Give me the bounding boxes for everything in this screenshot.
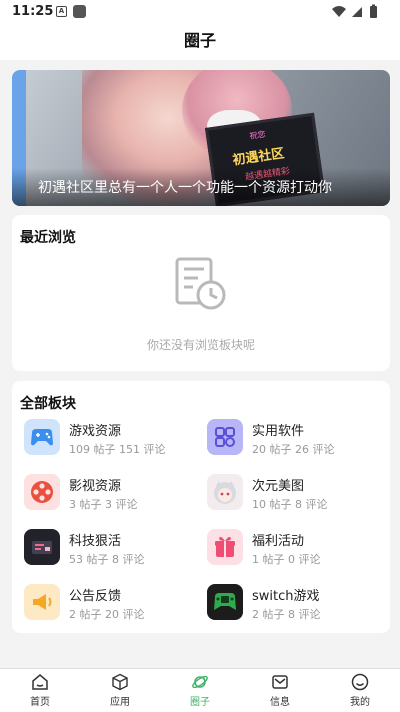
board-item-useful-software[interactable]: 实用软件 20 帖子 26 评论 [207,417,387,459]
planet-icon [192,675,208,689]
board-stats: 1 帖子 0 评论 [252,553,321,566]
page-title: 圈子 [183,31,216,50]
empty-history-text: 你还没有浏览板块呢 [146,338,255,352]
wifi-icon [332,6,346,17]
cube-icon [112,673,128,691]
recent-browse-card: 最近浏览 你还没有浏览板块呢 [12,215,390,371]
app-grid-icon [207,419,243,455]
board-item-game-resources[interactable]: 游戏资源 109 帖子 151 评论 [24,417,204,459]
smile-icon [351,673,369,691]
tab-label: 应用 [110,697,130,708]
megaphone-icon [24,584,60,620]
tab-label: 首页 [30,697,50,708]
status-right-icons [330,4,390,24]
board-item-tech-tricks[interactable]: 科技狠活 53 帖子 8 评论 [24,527,204,569]
board-stats: 3 帖子 3 评论 [69,498,138,511]
tab-home[interactable]: 首页 [20,673,60,711]
tab-circle[interactable]: 圈子 [180,673,220,711]
tab-messages[interactable]: 信息 [260,673,300,711]
status-time: 11:25 [12,4,54,19]
tab-profile[interactable]: 我的 [340,673,380,711]
board-stats: 10 帖子 8 评论 [252,498,328,511]
board-stats: 2 帖子 8 评论 [252,608,321,621]
gift-icon [207,529,243,565]
banner-caption: 初遇社区里总有一个人一个功能一个资源打动你 [38,180,332,196]
tab-label: 我的 [350,697,370,708]
home-icon [32,674,48,690]
bottom-tab-bar: 首页 应用 圈子 信息 我的 [0,668,400,712]
board-name: 游戏资源 [69,424,122,439]
tech-chip-icon [24,529,60,565]
battery-icon [370,4,377,18]
anime-girl-icon [207,474,243,510]
notification-a-icon: A [56,6,67,17]
board-item-announcements-feedback[interactable]: 公告反馈 2 帖子 20 评论 [24,582,204,624]
signal-icon [352,7,362,17]
board-item-anime-pictures[interactable]: 次元美图 10 帖子 8 评论 [207,472,387,514]
board-name: 次元美图 [252,479,305,494]
board-item-switch-games[interactable]: switch游戏 2 帖子 8 评论 [207,582,387,624]
empty-history-icon [173,257,229,313]
tab-label: 信息 [270,697,290,708]
board-name: 福利活动 [252,534,305,549]
all-boards-title: 全部板块 [20,396,76,412]
board-item-video-resources[interactable]: 影视资源 3 帖子 3 评论 [24,472,204,514]
board-name: 公告反馈 [69,589,122,604]
board-name: 影视资源 [69,479,122,494]
film-reel-icon [24,474,60,510]
board-stats: 2 帖子 20 评论 [69,608,145,621]
app-header: 圈子 [0,24,400,60]
board-name: switch游戏 [252,589,320,604]
board-name: 实用软件 [252,424,305,439]
gamepad-icon [24,419,60,455]
recent-browse-title: 最近浏览 [20,230,76,246]
status-bar: 11:25 A [0,0,400,24]
switch-controller-icon [207,584,243,620]
board-item-welfare-events[interactable]: 福利活动 1 帖子 0 评论 [207,527,387,569]
notification-square-icon [73,5,86,18]
all-boards-card: 全部板块 游戏资源 109 帖子 151 评论 实用软件 20 帖子 26 评论 [12,381,390,633]
board-stats: 20 帖子 26 评论 [252,443,335,456]
mail-icon [272,675,288,689]
tab-label: 圈子 [190,697,210,708]
board-stats: 53 帖子 8 评论 [69,553,145,566]
banner-screen-text-1: 祝您 [248,129,267,141]
tab-apps[interactable]: 应用 [100,673,140,711]
board-stats: 109 帖子 151 评论 [69,443,166,456]
banner-carousel[interactable]: 祝您 初遇社区 越遇越精彩 初遇社区里总有一个人一个功能一个资源打动你 [12,70,390,206]
board-name: 科技狠活 [69,534,122,549]
